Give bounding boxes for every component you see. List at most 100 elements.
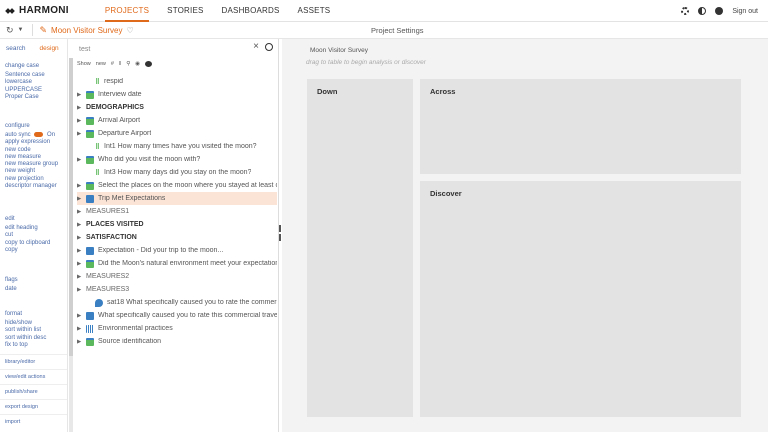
action-copy-to-clipboard[interactable]: copy to clipboard <box>5 240 50 247</box>
tree-row[interactable]: ▶ Source identification <box>77 335 277 348</box>
show-button[interactable]: Show <box>77 61 91 67</box>
action-date[interactable]: date <box>5 286 18 293</box>
numeric-icon[interactable]: ‖ <box>119 61 121 67</box>
tree-row[interactable]: ▶ PLACES VISITED <box>77 218 277 231</box>
expand-arrow-icon[interactable]: ▶ <box>77 313 86 319</box>
autosync-toggle[interactable] <box>34 132 44 138</box>
action-new-measure-group[interactable]: new measure group <box>5 161 58 168</box>
tree-row[interactable]: ▶ DEMOGRAPHICS <box>77 101 277 114</box>
contrast-icon[interactable] <box>698 7 707 15</box>
tree-row[interactable]: ▶ SATISFACTION <box>77 231 277 244</box>
link-library-editor[interactable]: library/editor <box>0 354 67 369</box>
project-settings-link[interactable]: Project Settings <box>371 22 424 39</box>
group-header: flags <box>5 277 18 283</box>
target-icon[interactable]: ◉ <box>135 61 140 67</box>
tree-row[interactable]: ▶ Select the places on the moon where you… <box>77 179 277 192</box>
action-cut[interactable]: cut <box>5 232 50 239</box>
across-label: Across <box>430 87 456 96</box>
search-query[interactable]: test <box>79 46 90 53</box>
tree-row[interactable]: ▶ Departure Airport <box>77 127 277 140</box>
tab-design[interactable]: design <box>40 45 59 52</box>
tree-row[interactable]: ▶ Arrival Airport <box>77 114 277 127</box>
settings-gear-icon[interactable] <box>681 7 690 15</box>
tree-row[interactable]: ▶ What specifically caused you to rate th… <box>77 309 277 322</box>
action-sort-within-desc[interactable]: sort within desc <box>5 335 46 342</box>
user-avatar-icon[interactable] <box>715 7 724 15</box>
action-edit-heading[interactable]: edit heading <box>5 225 50 232</box>
expand-arrow-icon[interactable]: ▶ <box>77 287 86 293</box>
tree-row[interactable]: ‖ respid <box>77 75 277 88</box>
tree-row[interactable]: ▶ MEASURES3 <box>77 283 277 296</box>
discover-drop-zone[interactable]: Discover <box>420 181 741 417</box>
expand-arrow-icon[interactable]: ▶ <box>77 339 86 345</box>
tree-row[interactable]: ▶ MEASURES2 <box>77 270 277 283</box>
across-drop-zone[interactable]: Across <box>420 79 741 174</box>
nav-stories[interactable]: STORIES <box>167 0 203 22</box>
link-export-design[interactable]: export design <box>0 399 67 414</box>
nav-assets[interactable]: ASSETS <box>298 0 331 22</box>
expand-arrow-icon[interactable]: ▶ <box>77 92 86 98</box>
expand-arrow-icon[interactable]: ▶ <box>77 274 86 280</box>
expand-arrow-icon[interactable]: ▶ <box>77 157 86 163</box>
action-sort-within-list[interactable]: sort within list <box>5 327 46 334</box>
expand-arrow-icon[interactable]: ▶ <box>77 196 86 202</box>
project-title-area[interactable]: ✎ Moon Visitor Survey ♡ <box>40 25 134 36</box>
link-publish-share[interactable]: publish/share <box>0 384 67 399</box>
action-uppercase[interactable]: UPPERCASE <box>5 87 45 94</box>
action-new-weight[interactable]: new weight <box>5 168 58 175</box>
categorical-variable-icon <box>86 90 94 99</box>
link-import[interactable]: import <box>0 414 67 429</box>
tree-row[interactable]: ▶ MEASURES1 <box>77 205 277 218</box>
action-new-measure[interactable]: new measure <box>5 154 58 161</box>
search-icon[interactable] <box>265 43 273 51</box>
tree-row[interactable]: ▶ Trip Met Expectations <box>77 192 277 205</box>
close-icon[interactable]: × <box>253 41 259 52</box>
expand-arrow-icon[interactable]: ▶ <box>77 183 86 189</box>
tree-row[interactable]: ▶ Did the Moon's natural environment meet… <box>77 257 277 270</box>
categorical-variable-icon <box>86 181 94 190</box>
action-hide-show[interactable]: hide/show <box>5 320 46 327</box>
action-proper-case[interactable]: Proper Case <box>5 94 45 101</box>
link-view-edit-actions[interactable]: view/edit actions <box>0 369 67 384</box>
toggle-view-icon[interactable] <box>145 61 153 67</box>
action-copy[interactable]: copy <box>5 247 50 254</box>
expand-arrow-icon[interactable]: ▶ <box>77 326 86 332</box>
tree-row[interactable]: ▶ Environmental practices <box>77 322 277 335</box>
action-lowercase[interactable]: lowercase <box>5 79 45 86</box>
tree-row[interactable]: sat18 What specifically caused you to ra… <box>77 296 277 309</box>
expand-arrow-icon[interactable]: ▶ <box>77 248 86 254</box>
pin-icon[interactable]: ⚲ <box>126 61 130 67</box>
tree-scrollbar[interactable] <box>69 58 73 432</box>
app-logo[interactable]: HARMONI <box>5 5 69 16</box>
down-drop-zone[interactable]: Down <box>307 79 413 417</box>
tree-row[interactable]: ▶ Expectation - Did your trip to the moon… <box>77 244 277 257</box>
expand-arrow-icon[interactable]: ▶ <box>77 261 86 267</box>
signout-link[interactable]: Sign out <box>732 8 758 15</box>
grid-icon[interactable]: # <box>111 61 114 67</box>
nav-projects[interactable]: PROJECTS <box>104 0 150 22</box>
action-apply-expression[interactable]: apply expression <box>5 139 58 146</box>
action-fix-to-top[interactable]: fix to top <box>5 342 46 349</box>
expand-arrow-icon[interactable]: ▶ <box>77 131 86 137</box>
tree-row[interactable]: ‖ Int1 How many times have you visited th… <box>77 140 277 153</box>
heart-icon[interactable]: ♡ <box>126 26 133 35</box>
project-title[interactable]: Moon Visitor Survey <box>51 26 122 35</box>
tab-search[interactable]: search <box>6 45 26 52</box>
tree-row[interactable]: ‖ Int3 How many days did you stay on the … <box>77 166 277 179</box>
nav-dashboards[interactable]: DASHBOARDS <box>222 0 280 22</box>
tree-row[interactable]: ▶ Interview date <box>77 88 277 101</box>
expand-arrow-icon[interactable]: ▶ <box>77 105 86 111</box>
pencil-icon[interactable]: ✎ <box>40 25 48 36</box>
tree-row[interactable]: ▶ Who did you visit the moon with? <box>77 153 277 166</box>
action-sentence-case[interactable]: Sentence case <box>5 72 45 79</box>
action-descriptor-manager[interactable]: descriptor manager <box>5 183 58 190</box>
expand-arrow-icon[interactable]: ▶ <box>77 235 86 241</box>
action-new-code[interactable]: new code <box>5 147 58 154</box>
expand-arrow-icon[interactable]: ▶ <box>77 118 86 124</box>
undo-menu[interactable]: ↻ ▼ <box>6 25 24 36</box>
expand-arrow-icon[interactable]: ▶ <box>77 222 86 228</box>
new-button[interactable]: new <box>96 61 106 67</box>
scrollbar-thumb[interactable] <box>69 58 73 356</box>
expand-arrow-icon[interactable]: ▶ <box>77 209 86 215</box>
action-new-projection[interactable]: new projection <box>5 176 58 183</box>
